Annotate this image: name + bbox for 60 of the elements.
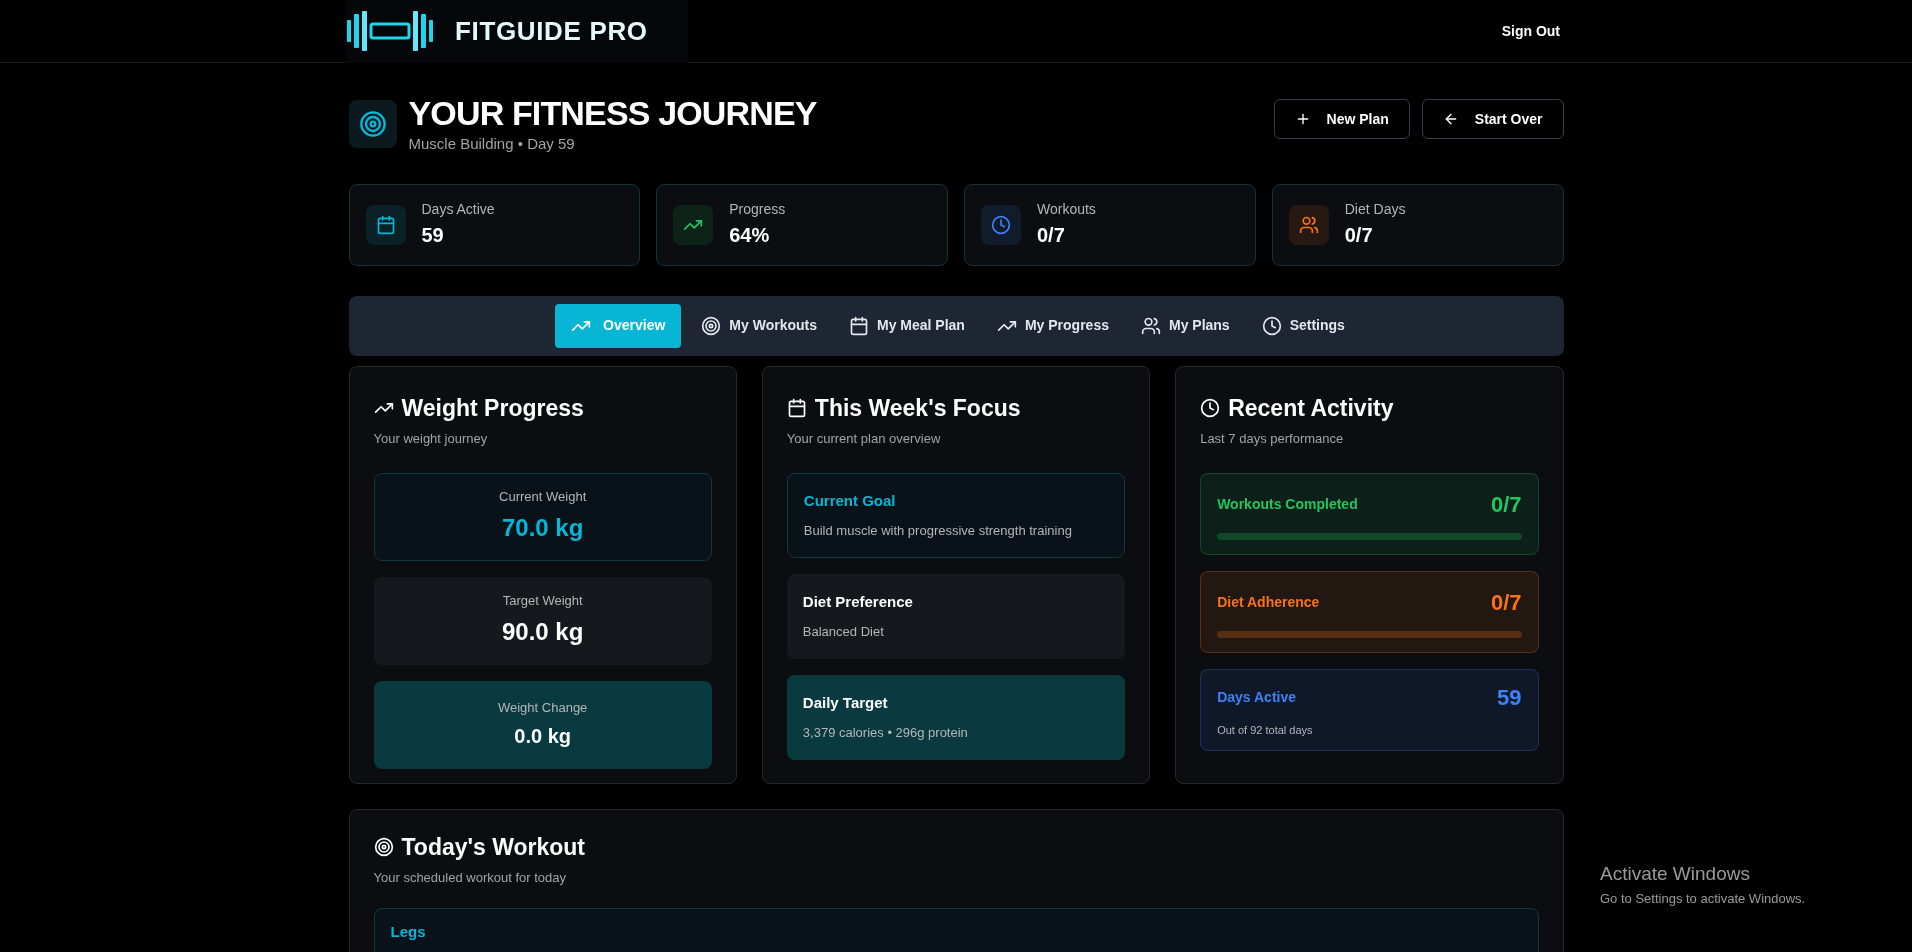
weight-label: Current Weight [499, 487, 587, 506]
stat-label: Diet Days [1344, 200, 1406, 219]
calendar-icon [849, 315, 869, 336]
stat-value: 0/7 [1344, 223, 1374, 248]
workout-day-title: Legs [390, 921, 427, 942]
nav-tab[interactable]: My Meal Plan [837, 303, 977, 348]
target-icon [373, 836, 394, 857]
plan-subtitle: Muscle Building • Day 59 [408, 134, 576, 154]
weight-value: 0.0 kg [514, 724, 571, 750]
stat-label: Progress [729, 200, 786, 219]
weight-label: Weight Change [497, 698, 588, 717]
stat-label: Days Active [421, 200, 495, 219]
new-plan-button[interactable]: New Plan [1273, 99, 1410, 139]
page-title: YOUR FITNESS JOURNEY [408, 93, 817, 133]
focus-text: Balanced Diet [802, 622, 885, 641]
users-icon [1140, 315, 1161, 336]
target-icon [358, 110, 387, 139]
card-title: Weight Progress [401, 393, 584, 423]
clock-icon [991, 214, 1011, 235]
focus-title: Daily Target [802, 693, 889, 713]
weight-label: Target Weight [502, 591, 583, 610]
stat-value: 0/7 [1037, 223, 1066, 248]
weight-value: 90.0 kg [501, 617, 584, 648]
activity-label: Diet Adherence [1217, 592, 1320, 612]
clock-icon [1261, 315, 1282, 336]
card-subtitle: Your scheduled workout for today [373, 869, 567, 887]
card-subtitle: Last 7 days performance [1200, 430, 1345, 448]
focus-text: 3,379 calories • 296g protein [802, 723, 969, 742]
card-title: Today's Workout [401, 832, 586, 862]
nav-tab[interactable]: Settings [1249, 303, 1357, 348]
activation-notice-text: Go to Settings to activate Windows. [1600, 889, 1806, 908]
activity-label: Workouts Completed [1217, 494, 1358, 514]
activity-value: 0/7 [1490, 490, 1522, 519]
focus-text: Build muscle with progressive strength training [803, 521, 1073, 540]
card-subtitle: Your current plan overview [786, 430, 942, 448]
activity-value: 0/7 [1490, 588, 1522, 617]
start-over-button[interactable]: Start Over [1421, 99, 1564, 139]
calendar-icon [786, 397, 807, 418]
activity-value: 59 [1497, 683, 1522, 712]
stat-value: 59 [421, 223, 445, 248]
card-title: This Week's Focus [814, 393, 1021, 423]
brand-logo[interactable]: FITGUIDE PRO [345, 0, 688, 63]
sign-out-button[interactable]: Sign Out [1501, 20, 1560, 42]
nav-tab[interactable]: My Progress [984, 303, 1121, 348]
nav-tab[interactable]: My Plans [1128, 303, 1242, 348]
stat-label: Workouts [1037, 200, 1096, 219]
focus-title: Current Goal [803, 491, 897, 511]
target-icon [701, 315, 722, 336]
nav-tab[interactable]: My Workouts [689, 303, 829, 348]
activation-notice-title: Activate Windows [1600, 862, 1751, 886]
card-subtitle: Your weight journey [373, 430, 489, 448]
card-title: Recent Activity [1228, 393, 1394, 423]
focus-title: Diet Preference [802, 592, 914, 612]
calendar-icon [375, 214, 396, 235]
users-icon [1298, 214, 1319, 235]
clock-icon [1200, 397, 1221, 418]
weight-value: 70.0 kg [501, 513, 584, 544]
activity-label: Days Active [1217, 687, 1296, 707]
stat-value: 64% [729, 223, 771, 248]
activity-note: Out of 92 total days [1217, 722, 1314, 738]
